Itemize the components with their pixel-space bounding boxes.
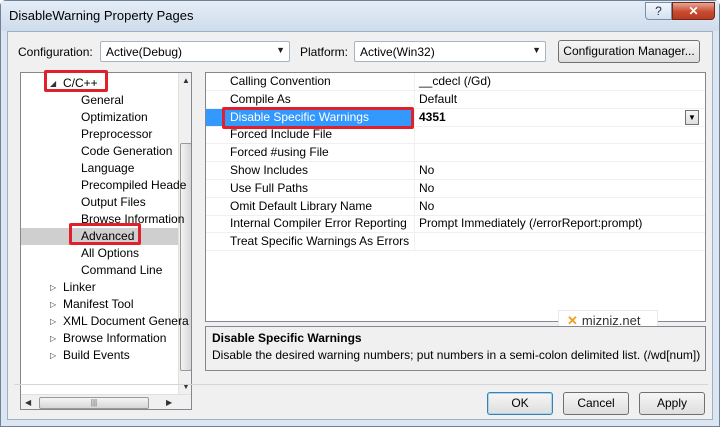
tree-horizontal-scrollbar[interactable]: ◀ ||| ▶ — [21, 394, 191, 409]
tree-item-label: Browse Information — [63, 331, 167, 345]
tree-item-label: Output Files — [81, 195, 146, 209]
highlight-box-disable-warnings — [222, 107, 414, 129]
property-row[interactable]: Show Includes No — [206, 162, 705, 180]
property-row[interactable]: Internal Compiler Error Reporting Prompt … — [206, 215, 705, 234]
expand-icon[interactable]: ▷ — [50, 313, 56, 330]
expand-icon[interactable]: ▷ — [50, 296, 56, 313]
property-value[interactable]: No — [414, 162, 705, 179]
property-row[interactable]: Use Full Paths No — [206, 179, 705, 198]
tree-item-label: Build Events — [63, 348, 130, 362]
tree-item[interactable]: ▷ Build Events — [21, 347, 178, 364]
tree-item[interactable]: Optimization — [21, 109, 178, 126]
chevron-down-icon: ▼ — [276, 45, 285, 55]
property-name: Treat Specific Warnings As Errors — [230, 234, 410, 249]
property-value[interactable]: No — [414, 197, 705, 215]
tree-item[interactable]: All Options — [21, 245, 178, 262]
property-name: Internal Compiler Error Reporting — [230, 216, 407, 231]
divider — [14, 384, 708, 385]
property-value[interactable] — [414, 144, 705, 162]
property-row[interactable]: Forced #using File — [206, 144, 705, 163]
tree-item[interactable]: Language — [21, 160, 178, 177]
ok-button[interactable]: OK — [487, 392, 553, 415]
property-value[interactable]: __cdecl (/Gd) — [414, 73, 705, 90]
configuration-combo[interactable]: Active(Debug) ▼ — [100, 41, 290, 62]
scroll-left-icon[interactable]: ◀ — [25, 398, 31, 407]
property-value[interactable]: 4351 — [414, 108, 705, 126]
close-button[interactable]: ✕ — [672, 2, 715, 20]
chevron-down-icon: ▼ — [532, 45, 541, 55]
description-panel: Disable Specific Warnings Disable the de… — [205, 326, 706, 371]
tree-item[interactable]: ▷ Manifest Tool — [21, 296, 178, 313]
property-row[interactable]: Omit Default Library Name No — [206, 197, 705, 216]
cancel-button[interactable]: Cancel — [563, 392, 629, 415]
configuration-manager-button[interactable]: Configuration Manager... — [558, 40, 700, 63]
tree-vertical-scrollbar[interactable]: ▲ ▼ — [178, 73, 191, 394]
help-button[interactable]: ? — [645, 2, 672, 20]
dialog-client-area: Configuration: Active(Debug) ▼ Platform:… — [7, 31, 713, 420]
tree-item-label: Code Generation — [81, 144, 173, 158]
tree-item[interactable]: Output Files — [21, 194, 178, 211]
expand-icon[interactable]: ▷ — [50, 279, 56, 296]
configuration-label: Configuration: — [18, 45, 93, 59]
expand-icon[interactable]: ▷ — [50, 330, 56, 347]
chevron-down-icon[interactable]: ▼ — [685, 109, 699, 125]
property-name: Show Includes — [230, 163, 309, 177]
tree-item[interactable]: Code Generation — [21, 143, 178, 160]
tree-item[interactable]: ▷ XML Document Genera — [21, 313, 189, 330]
property-row[interactable]: Treat Specific Warnings As Errors — [206, 233, 705, 252]
highlight-box-cpp — [44, 70, 108, 92]
window-title: DisableWarning Property Pages — [9, 8, 194, 23]
tree-item[interactable]: Command Line — [21, 262, 178, 279]
tree-item-label: Preprocessor — [81, 127, 153, 141]
tree-item[interactable]: Preprocessor — [21, 126, 178, 143]
property-name: Calling Convention — [230, 74, 331, 88]
property-pages-window: DisableWarning Property Pages ? ✕ Config… — [0, 0, 720, 427]
scroll-up-icon[interactable]: ▲ — [182, 76, 190, 85]
tree-item-label: Language — [81, 161, 135, 175]
platform-combo[interactable]: Active(Win32) ▼ — [354, 41, 546, 62]
tree-item-label: All Options — [81, 246, 140, 260]
expand-icon[interactable]: ▷ — [50, 347, 56, 364]
property-name: Omit Default Library Name — [230, 198, 373, 213]
property-name: Compile As — [230, 91, 291, 106]
property-name: Forced #using File — [230, 145, 329, 160]
tree-item-label: Optimization — [81, 110, 148, 124]
property-value[interactable]: Prompt Immediately (/errorReport:prompt) — [414, 215, 705, 233]
property-row[interactable]: Calling Convention __cdecl (/Gd) — [206, 73, 705, 91]
tree-item-label: Command Line — [81, 263, 163, 277]
tree-item-label: Linker — [63, 280, 96, 294]
property-name: Use Full Paths — [230, 180, 309, 195]
property-value[interactable]: No — [414, 179, 705, 197]
property-value[interactable]: Default — [414, 90, 705, 108]
tree-item-label: Manifest Tool — [63, 297, 134, 311]
tree-item[interactable]: ▷ Linker — [21, 279, 178, 296]
tree-item[interactable]: General — [21, 92, 178, 109]
property-value[interactable] — [414, 233, 705, 251]
tree-item[interactable]: ▷ Browse Information — [21, 330, 178, 347]
tree-item-label: Precompiled Heade — [81, 178, 187, 192]
tree-item[interactable]: Precompiled Heade — [21, 177, 186, 194]
description-title: Disable Specific Warnings — [212, 331, 362, 345]
title-bar: DisableWarning Property Pages ? ✕ — [1, 1, 719, 31]
description-text: Disable the desired warning numbers; put… — [212, 348, 701, 362]
tree-item-label: General — [81, 93, 124, 107]
tree-item-label: XML Document Genera — [63, 314, 189, 328]
platform-label: Platform: — [300, 45, 349, 59]
property-row[interactable]: Forced Include File — [206, 126, 705, 145]
platform-value: Active(Win32) — [360, 45, 435, 59]
highlight-box-advanced — [69, 223, 141, 245]
property-value[interactable] — [414, 126, 705, 144]
scroll-thumb[interactable]: ||| — [39, 397, 149, 409]
configuration-value: Active(Debug) — [106, 45, 183, 59]
scroll-right-icon[interactable]: ▶ — [166, 398, 172, 407]
apply-button[interactable]: Apply — [639, 392, 705, 415]
